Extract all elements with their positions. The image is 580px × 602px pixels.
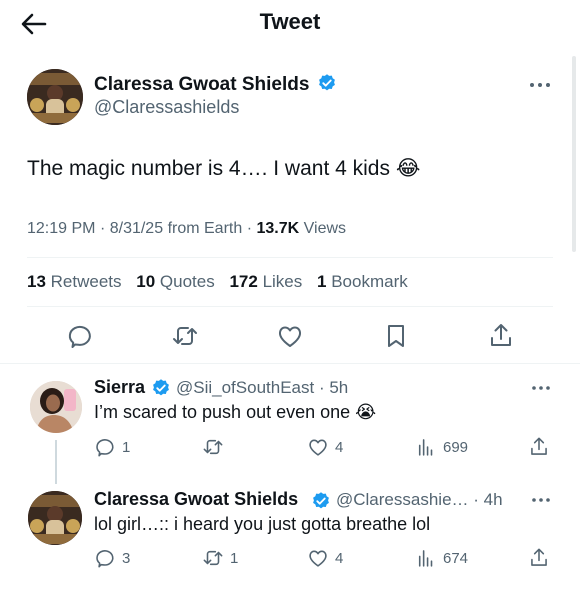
reply-text: I’m scared to push out even one 😭: [94, 402, 377, 422]
avatar[interactable]: [30, 381, 82, 433]
reply-button[interactable]: 3: [94, 547, 130, 569]
share-icon: [531, 548, 547, 566]
views-count: 13.7K: [256, 220, 300, 237]
scrollbar[interactable]: [572, 56, 576, 252]
share-button[interactable]: [528, 436, 550, 458]
divider: [27, 257, 553, 258]
reply-icon: [96, 550, 114, 568]
avatar-image: [28, 491, 82, 545]
more-horizontal-icon: [532, 386, 550, 390]
quotes-stat[interactable]: 10 Quotes: [136, 272, 214, 291]
view-count: 699: [443, 438, 469, 456]
retweet-button[interactable]: [171, 322, 199, 350]
reply-count: 1: [122, 438, 131, 456]
reply-handle[interactable]: @Claressashie…: [336, 490, 469, 509]
share-button[interactable]: [487, 322, 515, 350]
reply-handle[interactable]: @Sii_ofSouthEast: [176, 378, 314, 397]
view-count: 674: [443, 549, 469, 567]
more-options-button[interactable]: [531, 495, 551, 505]
more-options-button[interactable]: [531, 383, 551, 393]
avatar[interactable]: [27, 69, 83, 125]
thread-line: [55, 440, 57, 484]
reply-button[interactable]: 1: [94, 436, 130, 458]
avatar[interactable]: [28, 491, 82, 545]
tweet-stats: 13 Retweets 10 Quotes 172 Likes 1 Bookma…: [27, 272, 408, 292]
more-horizontal-icon: [530, 83, 550, 87]
share-button[interactable]: [528, 547, 550, 569]
retweet-icon: [203, 550, 223, 566]
bookmarks-stat[interactable]: 1 Bookmark: [317, 272, 408, 291]
divider: [0, 363, 580, 364]
reply-meta: @Claressashie… · 4h: [336, 490, 503, 509]
views-button[interactable]: 674: [415, 547, 468, 569]
retweet-button[interactable]: [202, 436, 230, 458]
bookmark-button[interactable]: [382, 322, 410, 350]
share-icon: [491, 324, 511, 346]
tweet-source: from Earth: [167, 220, 243, 237]
retweets-stat[interactable]: 13 Retweets: [27, 272, 122, 291]
like-count: 4: [335, 549, 344, 567]
retweet-icon: [203, 439, 223, 455]
reply-button[interactable]: [66, 322, 94, 350]
reply-author-name[interactable]: Sierra: [94, 377, 145, 398]
reply-count: 3: [122, 549, 131, 567]
retweet-icon: [173, 327, 197, 345]
author-handle[interactable]: @Claressashields: [94, 97, 239, 118]
tweet-time[interactable]: 12:19 PM: [27, 220, 95, 237]
author-name[interactable]: Claressa Gwoat Shields: [94, 73, 337, 96]
author-name-text: Claressa Gwoat Shields: [94, 74, 310, 95]
like-button[interactable]: 4: [307, 547, 343, 569]
tweet-text: The magic number is 4…. I want 4 kids 😂: [27, 157, 421, 180]
bar-chart-icon: [418, 439, 433, 456]
heart-icon: [278, 326, 302, 347]
reply-age[interactable]: 4h: [484, 490, 503, 509]
like-count: 4: [335, 438, 344, 456]
verified-badge-icon: [318, 74, 335, 91]
bar-chart-icon: [418, 550, 433, 567]
likes-stat[interactable]: 172 Likes: [229, 272, 302, 291]
reply-text: lol girl…:: i heard you just gotta breat…: [94, 514, 431, 534]
bookmark-icon: [388, 325, 404, 347]
avatar-image: [27, 69, 83, 125]
verified-badge-icon: [311, 491, 331, 511]
like-button[interactable]: 4: [307, 436, 343, 458]
share-icon: [531, 437, 547, 455]
retweet-button[interactable]: 1: [202, 547, 238, 569]
views-label: Views: [303, 220, 347, 237]
reply-age[interactable]: 5h: [329, 378, 348, 397]
verified-badge-icon: [151, 378, 171, 398]
views-button[interactable]: 699: [415, 436, 468, 458]
reply-meta: @Sii_ofSouthEast · 5h: [176, 378, 349, 397]
heart-icon: [309, 439, 327, 456]
tweet-date[interactable]: 8/31/25: [110, 220, 163, 237]
tweet-metadata: 12:19 PM · 8/31/25 from Earth · 13.7K Vi…: [27, 220, 347, 237]
page-title: Tweet: [259, 9, 321, 34]
avatar-image: [30, 381, 82, 433]
more-options-button[interactable]: [529, 79, 551, 91]
reply-author-name[interactable]: Claressa Gwoat Shields: [94, 489, 298, 510]
like-button[interactable]: [276, 322, 304, 350]
reply-icon: [96, 439, 114, 457]
more-horizontal-icon: [532, 498, 550, 502]
divider: [27, 306, 553, 307]
reply-icon: [68, 325, 91, 348]
heart-icon: [309, 550, 327, 567]
retweet-count: 1: [230, 549, 239, 567]
